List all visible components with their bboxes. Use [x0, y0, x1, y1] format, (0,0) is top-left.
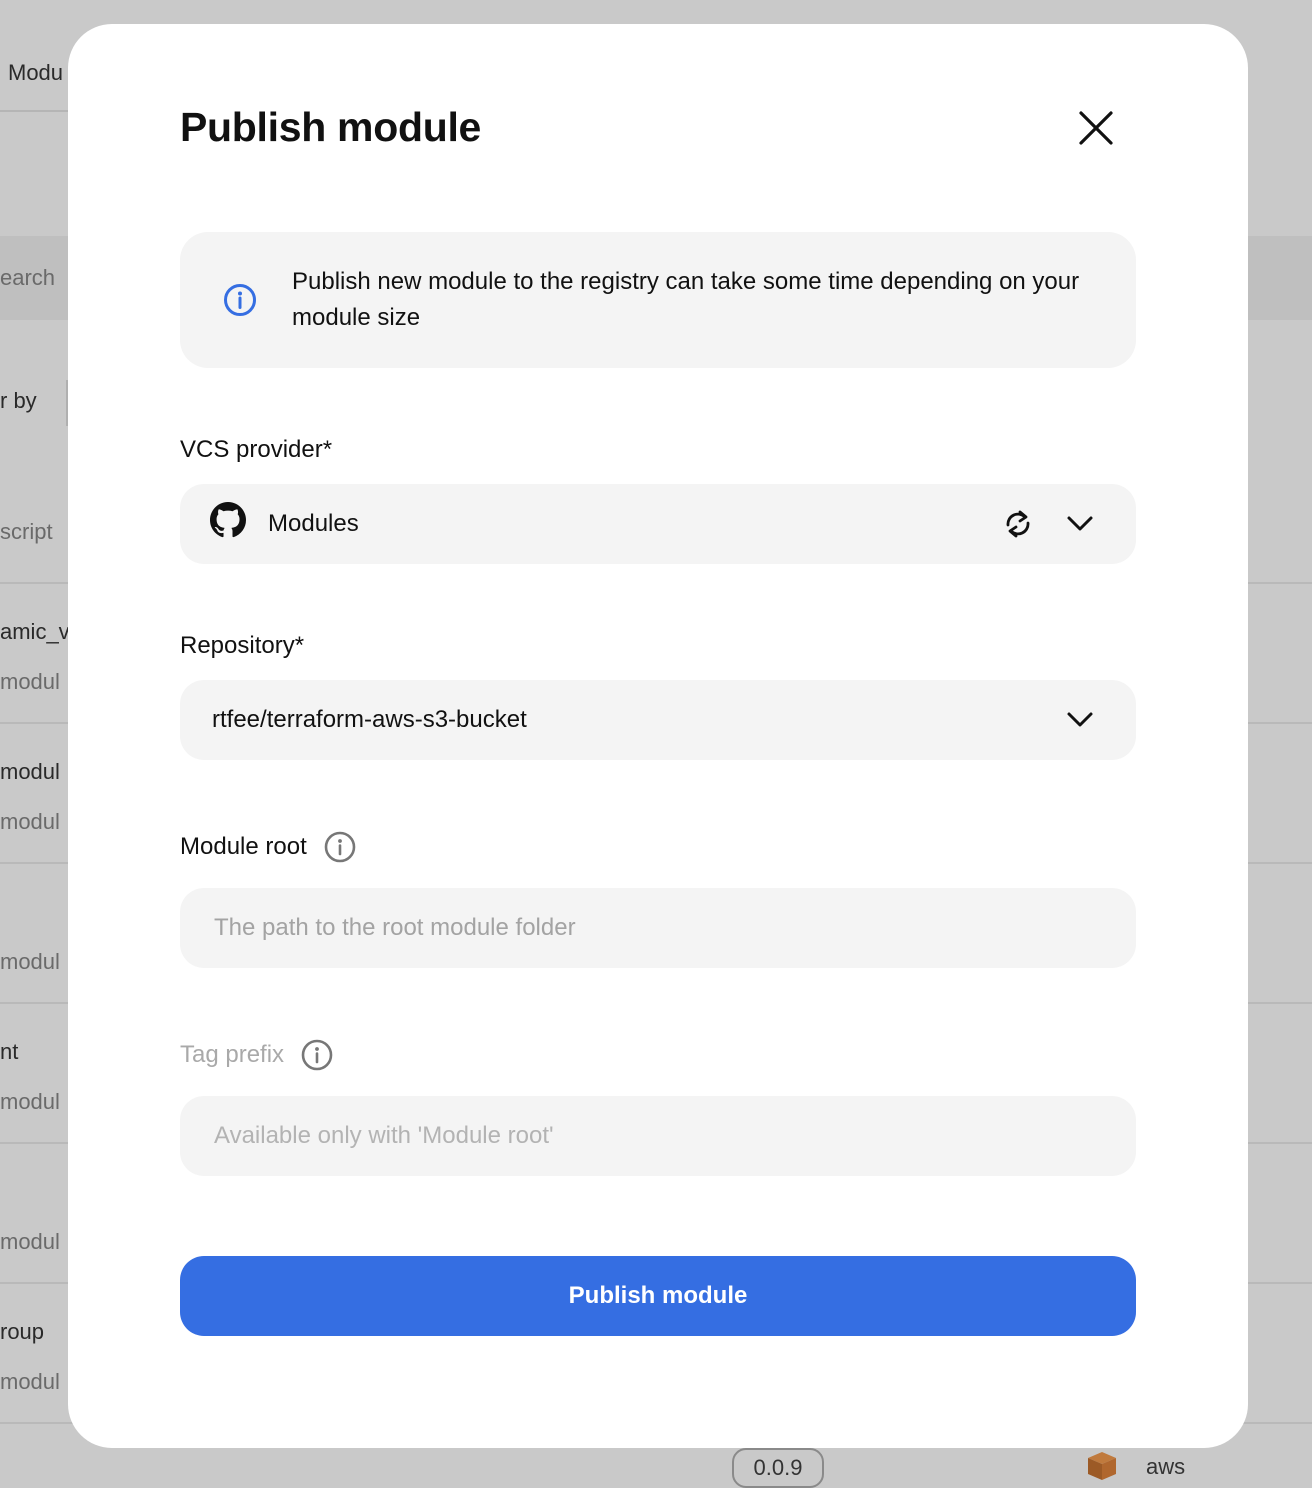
bg-row-name: modul: [0, 759, 60, 784]
bg-tab-modules: Modu: [8, 60, 64, 85]
bg-row-name: roup: [0, 1319, 45, 1344]
tag-prefix-label-text: Tag prefix: [180, 1041, 285, 1068]
refresh-icon[interactable]: [1002, 508, 1034, 545]
bg-row-name: nt: [0, 1039, 19, 1064]
module-root-label-text: Module root: [180, 833, 307, 860]
tag-prefix-placeholder: Available only with 'Module root': [214, 1122, 554, 1149]
bg-column-description: script: [0, 519, 53, 544]
info-icon: [222, 282, 258, 323]
tag-prefix-label: Tag prefix: [180, 1038, 334, 1072]
publish-module-modal: Publish module Publish new module to the…: [68, 24, 1248, 1448]
info-icon[interactable]: [300, 1038, 334, 1072]
bg-row-sub: modul: [0, 1369, 60, 1394]
modal-title: Publish module: [180, 104, 482, 150]
publish-module-button[interactable]: Publish module: [180, 1256, 1136, 1336]
repository-label: Repository*: [180, 632, 304, 660]
vcs-provider-label: VCS provider*: [180, 436, 332, 464]
tag-prefix-input: Available only with 'Module root': [180, 1096, 1136, 1176]
vcs-provider-label-text: VCS provider*: [180, 436, 333, 463]
bg-row-sub: modul: [0, 809, 60, 834]
module-root-input[interactable]: The path to the root module folder: [180, 888, 1136, 968]
bg-filter-label: r by: [0, 388, 37, 413]
repository-select[interactable]: rtfee/terraform-aws-s3-bucket: [180, 680, 1136, 760]
repository-label-text: Repository*: [180, 632, 305, 659]
bg-provider-label: aws: [1146, 1454, 1186, 1479]
info-icon[interactable]: [323, 830, 357, 864]
bg-row-sub: modul: [0, 1089, 60, 1114]
chevron-down-icon[interactable]: [1064, 510, 1096, 543]
module-root-label: Module root: [180, 830, 357, 864]
module-root-placeholder: The path to the root module folder: [214, 914, 576, 941]
bg-row-name: amic_v: [0, 619, 70, 644]
bg-search-placeholder: earch: [0, 265, 56, 290]
repository-value: rtfee/terraform-aws-s3-bucket: [212, 706, 527, 733]
info-text: Publish new module to the registry can t…: [292, 268, 1080, 331]
bg-version-badge: 0.0.9: [732, 1448, 824, 1488]
bg-divider: [0, 110, 70, 112]
github-icon: [210, 502, 246, 543]
bg-row-sub: modul: [0, 669, 60, 694]
bg-row-sub: modul: [0, 1229, 60, 1254]
info-banner: Publish new module to the registry can t…: [180, 232, 1136, 368]
bg-row-sub: modul: [0, 949, 60, 974]
close-icon: [1076, 108, 1116, 153]
close-button[interactable]: [1072, 106, 1120, 154]
vcs-provider-select[interactable]: Modules: [180, 484, 1136, 564]
chevron-down-icon[interactable]: [1064, 706, 1096, 739]
vcs-provider-value: Modules: [268, 510, 359, 537]
